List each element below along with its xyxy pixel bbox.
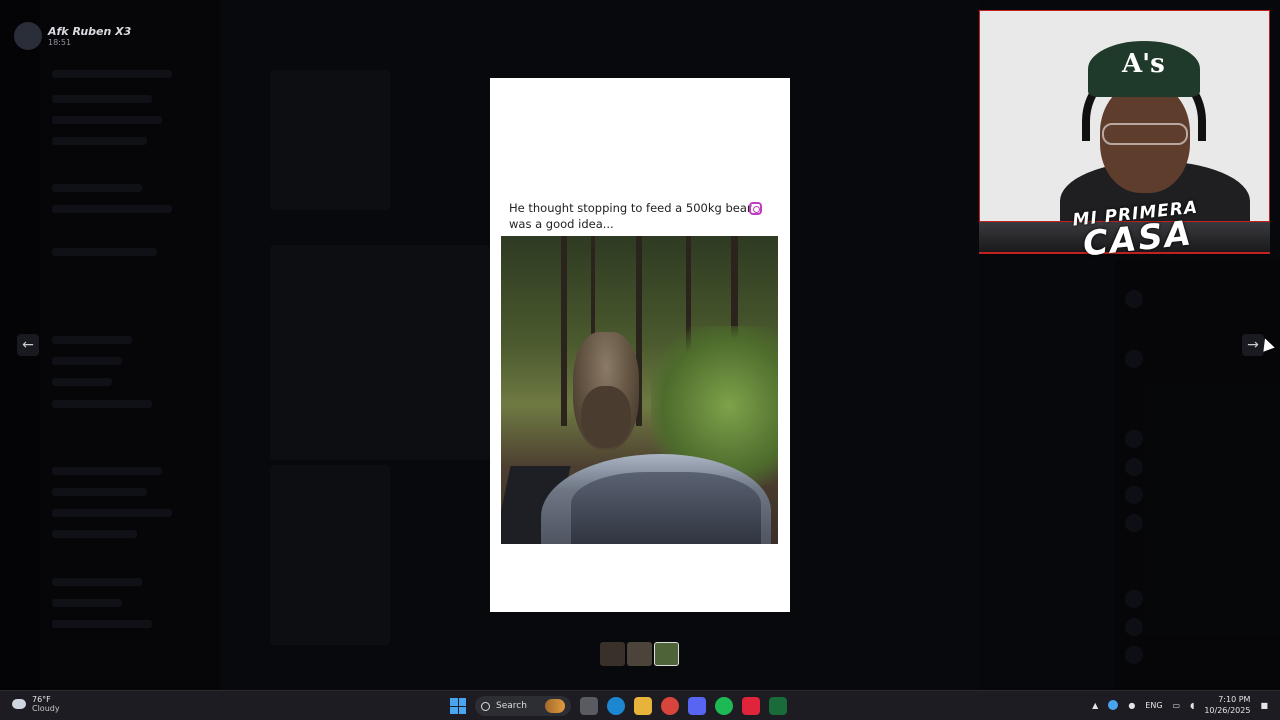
windows-start-icon[interactable] xyxy=(450,698,466,714)
search-icon xyxy=(481,701,490,711)
onedrive-icon[interactable] xyxy=(1108,700,1119,710)
thumbnail[interactable] xyxy=(600,642,625,666)
cloud-icon xyxy=(12,699,26,709)
search-highlight-icon xyxy=(545,699,565,713)
language-indicator[interactable]: ENG xyxy=(1145,701,1162,710)
clock[interactable]: 7:10 PM 10/26/2025 xyxy=(1204,694,1250,716)
microphone-icon[interactable]: ● xyxy=(1128,701,1135,710)
webcam-feed: A's xyxy=(979,10,1270,222)
taskbar: 76°F Cloudy Search ▲ ● ENG ▭ ◖ 7:10 PM 1… xyxy=(0,690,1280,720)
search-label: Search xyxy=(496,701,527,711)
mirror-glass xyxy=(571,472,761,544)
chevron-up-icon[interactable]: ▲ xyxy=(1092,701,1098,710)
obs-icon[interactable] xyxy=(742,697,760,715)
video-caption: He thought stopping to feed a 500kg bear… xyxy=(509,201,752,231)
discord-icon[interactable] xyxy=(688,697,706,715)
thumbnail[interactable] xyxy=(627,642,652,666)
excel-icon[interactable] xyxy=(769,697,787,715)
glasses xyxy=(1102,123,1188,145)
thumbnail-strip xyxy=(600,642,679,666)
volume-icon[interactable]: ◖ xyxy=(1190,701,1194,710)
notification-icon[interactable]: ■ xyxy=(1260,701,1268,710)
task-view-icon[interactable] xyxy=(580,697,598,715)
tree xyxy=(561,236,567,426)
thumbnail-active[interactable] xyxy=(654,642,679,666)
arrow-right-icon: → xyxy=(1247,337,1259,353)
search-box[interactable]: Search xyxy=(475,696,571,716)
weather-widget[interactable]: 76°F Cloudy xyxy=(12,695,60,713)
logo-bottom-text: CASA xyxy=(1081,213,1195,265)
uploader-info: Afk Ruben X3 18:51 xyxy=(14,22,131,50)
arrow-left-icon: ← xyxy=(22,337,34,353)
file-explorer-icon[interactable] xyxy=(634,697,652,715)
bear-head xyxy=(581,386,631,448)
chrome-icon[interactable] xyxy=(661,697,679,715)
media-viewer[interactable]: He thought stopping to feed a 500kg bear… xyxy=(490,78,790,612)
video-frame[interactable] xyxy=(501,236,778,544)
clock-date: 10/26/2025 xyxy=(1204,706,1251,715)
network-icon[interactable]: ▭ xyxy=(1173,701,1181,710)
taskbar-apps: Search xyxy=(450,696,787,716)
weather-description: Cloudy xyxy=(32,704,60,713)
avatar xyxy=(14,22,42,50)
edge-browser-icon[interactable] xyxy=(607,697,625,715)
spotify-icon[interactable] xyxy=(715,697,733,715)
cap-logo: A's xyxy=(1122,49,1165,79)
system-tray: ▲ ● ENG ▭ ◖ 7:10 PM 10/26/2025 ■ xyxy=(1092,694,1268,716)
weather-temperature: 76°F xyxy=(32,695,51,704)
uploader-name: Afk Ruben X3 xyxy=(48,25,132,38)
clock-time: 7:10 PM xyxy=(1218,695,1251,704)
upload-time: 18:51 xyxy=(48,38,72,47)
previous-button[interactable]: ← xyxy=(17,334,39,356)
screen: Afk Ruben X3 18:51 He thought stopping t… xyxy=(0,0,1280,720)
instagram-icon xyxy=(749,202,762,215)
